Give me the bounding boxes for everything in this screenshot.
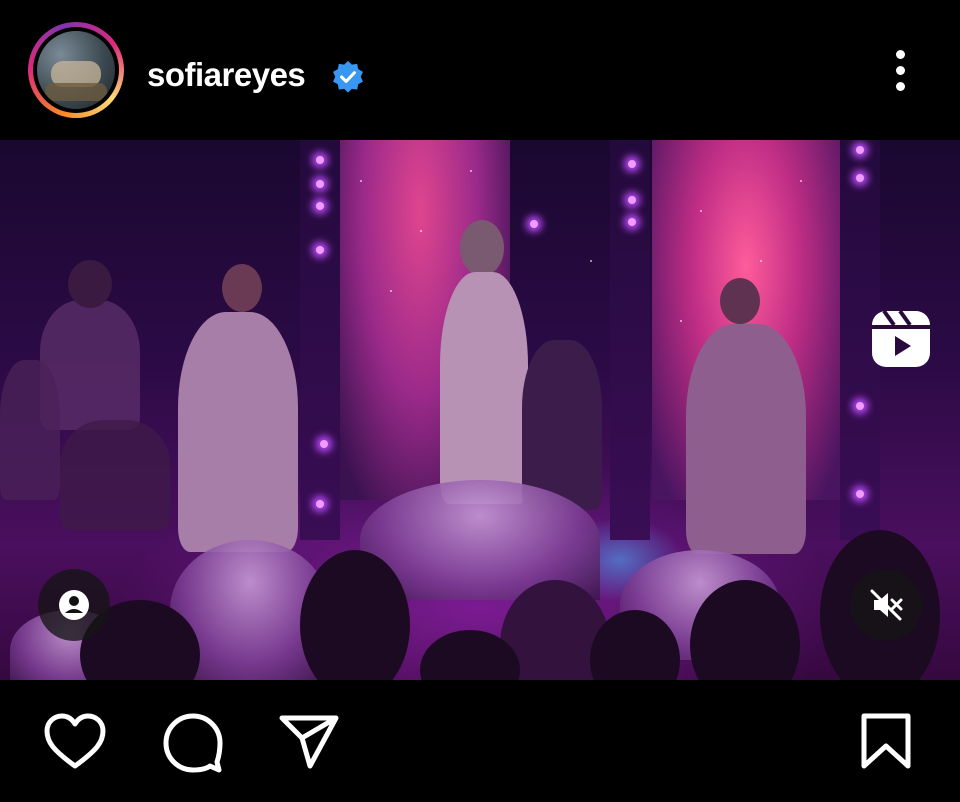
username[interactable]: sofiareyes xyxy=(147,56,306,94)
post-header: sofiareyes xyxy=(0,0,960,140)
paper-plane-icon xyxy=(279,715,339,769)
avatar[interactable] xyxy=(28,22,124,118)
more-options-button[interactable] xyxy=(884,46,918,96)
verified-icon xyxy=(333,60,363,93)
share-button[interactable] xyxy=(278,712,342,772)
comment-bubble-icon xyxy=(163,713,223,773)
post-actions-bar xyxy=(0,680,960,802)
save-button[interactable] xyxy=(859,712,913,770)
more-vertical-icon xyxy=(896,50,905,59)
avatar-image xyxy=(37,31,115,109)
heart-icon xyxy=(44,713,106,769)
like-button[interactable] xyxy=(43,712,107,772)
tagged-users-button[interactable] xyxy=(38,569,110,641)
mute-toggle-button[interactable] xyxy=(850,569,922,641)
muted-speaker-icon xyxy=(870,589,903,621)
user-tag-icon xyxy=(59,590,89,620)
bookmark-icon xyxy=(861,713,911,769)
comment-button[interactable] xyxy=(161,712,225,774)
reel-video[interactable] xyxy=(0,140,960,680)
reels-icon xyxy=(872,309,930,367)
